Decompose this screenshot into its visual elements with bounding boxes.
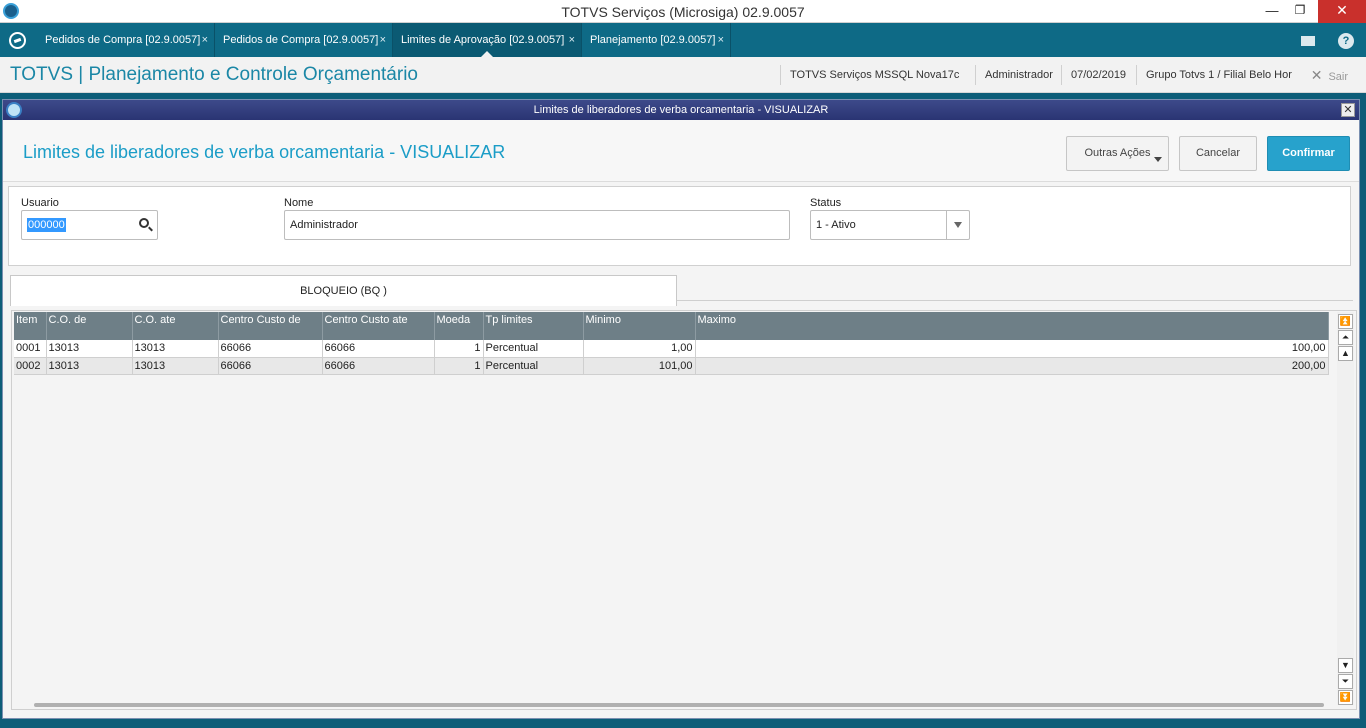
tab-close-icon[interactable]: × bbox=[718, 23, 724, 57]
table-cell[interactable]: Percentual bbox=[483, 340, 584, 358]
table-cell[interactable]: 66066 bbox=[218, 340, 323, 358]
page-title: Limites de liberadores de verba orcament… bbox=[23, 142, 506, 162]
tab-planejamento[interactable]: Planejamento [02.9.0057] × bbox=[582, 23, 731, 57]
tab-strip: Pedidos de Compra [02.9.0057] × Pedidos … bbox=[0, 23, 1366, 58]
column-header[interactable]: Centro Custo de bbox=[218, 312, 323, 340]
dialog-caption: Limites de liberadores de verba orcament… bbox=[533, 104, 829, 116]
module-header: TOTVS | Planejamento e Controle Orçament… bbox=[0, 57, 1366, 93]
scroll-bottom-icon[interactable]: ⏬ bbox=[1338, 690, 1353, 705]
scroll-page-up-icon[interactable]: ⏶ bbox=[1338, 330, 1353, 345]
totvs-logo-icon[interactable] bbox=[9, 32, 26, 49]
status-label: Status bbox=[810, 197, 842, 209]
dialog-window: Limites de liberadores de verba orcament… bbox=[2, 99, 1360, 719]
table-cell[interactable]: 13013 bbox=[46, 357, 133, 375]
table-row[interactable]: 0001 13013 13013 66066 66066 1 Percentua… bbox=[14, 340, 1329, 358]
column-header[interactable]: Item bbox=[14, 312, 47, 340]
header-form: Usuario 000000 Nome Administrador Status… bbox=[8, 186, 1351, 266]
tab-close-icon[interactable]: × bbox=[202, 23, 208, 57]
scroll-page-down-icon[interactable]: ⏷ bbox=[1338, 674, 1353, 689]
date-info[interactable]: 07/02/2019 bbox=[1061, 65, 1135, 85]
scroll-up-icon[interactable]: ▲ bbox=[1338, 346, 1353, 361]
table-cell[interactable]: 66066 bbox=[218, 357, 323, 375]
branch-info[interactable]: Grupo Totvs 1 / Filial Belo Hor bbox=[1136, 65, 1301, 85]
user-field[interactable]: 000000 bbox=[21, 210, 158, 240]
column-header[interactable]: Maximo bbox=[695, 312, 1329, 340]
vertical-scrollbar[interactable]: ⏫ ⏶ ▲ ▼ ⏷ ⏬ bbox=[1337, 312, 1354, 705]
dialog-caption-bar: Limites de liberadores de verba orcament… bbox=[3, 100, 1359, 120]
tab-pedidos-compra-1[interactable]: Pedidos de Compra [02.9.0057] × bbox=[37, 23, 215, 57]
module-title: TOTVS | Planejamento e Controle Orçament… bbox=[10, 64, 418, 85]
window-titlebar: TOTVS Serviços (Microsiga) 02.9.0057 — ❐… bbox=[0, 0, 1366, 23]
tab-pedidos-compra-2[interactable]: Pedidos de Compra [02.9.0057] × bbox=[215, 23, 393, 57]
table-cell[interactable]: 101,00 bbox=[583, 357, 696, 375]
scrollbar-thumb[interactable] bbox=[34, 703, 1324, 707]
window-title: TOTVS Serviços (Microsiga) 02.9.0057 bbox=[561, 4, 805, 20]
tab-bloqueio[interactable]: BLOQUEIO (BQ ) bbox=[10, 275, 677, 306]
tab-label: Pedidos de Compra [02.9.0057] bbox=[223, 34, 379, 46]
table-cell[interactable]: 13013 bbox=[132, 340, 219, 358]
status-select[interactable]: 1 - Ativo bbox=[810, 210, 970, 240]
other-actions-button[interactable]: Outras Ações bbox=[1066, 136, 1169, 171]
cancel-button[interactable]: Cancelar bbox=[1179, 136, 1257, 171]
table-cell[interactable]: 13013 bbox=[46, 340, 133, 358]
column-header[interactable]: C.O. de bbox=[46, 312, 133, 340]
table-cell[interactable]: 200,00 bbox=[695, 357, 1329, 375]
column-header[interactable]: Minimo bbox=[583, 312, 696, 340]
help-icon[interactable]: ? bbox=[1332, 23, 1360, 57]
table-cell[interactable]: 0001 bbox=[14, 340, 47, 358]
dialog-logo-icon bbox=[6, 102, 22, 118]
tab-label: Limites de Aprovação [02.9.0057] bbox=[401, 34, 565, 46]
other-actions-label: Outras Ações bbox=[1084, 147, 1151, 159]
table-cell[interactable]: 66066 bbox=[322, 340, 435, 358]
tab-close-icon[interactable]: × bbox=[380, 23, 386, 57]
name-label: Nome bbox=[284, 197, 314, 209]
table-cell[interactable]: 1 bbox=[434, 357, 484, 375]
tab-limites-aprovacao[interactable]: Limites de Aprovação [02.9.0057] × bbox=[393, 23, 582, 58]
mail-icon[interactable] bbox=[1294, 23, 1322, 57]
limits-table: Item C.O. de C.O. ate Centro Custo de Ce… bbox=[14, 312, 1329, 375]
horizontal-scrollbar[interactable] bbox=[14, 702, 1336, 708]
table-cell[interactable]: 66066 bbox=[322, 357, 435, 375]
table-row[interactable]: 0002 13013 13013 66066 66066 1 Percentua… bbox=[14, 357, 1329, 375]
table-cell[interactable]: 100,00 bbox=[695, 340, 1329, 358]
scroll-down-icon[interactable]: ▼ bbox=[1338, 658, 1353, 673]
table-cell[interactable]: Percentual bbox=[483, 357, 584, 375]
tab-label: Planejamento [02.9.0057] bbox=[590, 34, 716, 46]
table-cell[interactable]: 1 bbox=[434, 340, 484, 358]
column-header[interactable]: Centro Custo ate bbox=[322, 312, 435, 340]
close-icon: ✕ bbox=[1310, 67, 1323, 83]
column-header[interactable]: C.O. ate bbox=[132, 312, 219, 340]
dialog-toolbar: Limites de liberadores de verba orcament… bbox=[3, 120, 1359, 182]
exit-button[interactable]: ✕ Sair bbox=[1311, 65, 1348, 87]
user-value: 000000 bbox=[27, 218, 66, 232]
exit-label: Sair bbox=[1328, 71, 1348, 83]
table-cell[interactable]: 1,00 bbox=[583, 340, 696, 358]
search-icon[interactable] bbox=[139, 218, 149, 228]
name-field[interactable]: Administrador bbox=[284, 210, 790, 240]
status-value: 1 - Ativo bbox=[816, 219, 856, 231]
confirm-button[interactable]: Confirmar bbox=[1267, 136, 1350, 171]
column-header[interactable]: Tp limites bbox=[483, 312, 584, 340]
user-label: Usuario bbox=[21, 197, 59, 209]
column-header[interactable]: Moeda bbox=[434, 312, 484, 340]
table-header-row: Item C.O. de C.O. ate Centro Custo de Ce… bbox=[14, 312, 1329, 340]
minimize-button[interactable]: — bbox=[1258, 0, 1286, 23]
scroll-top-icon[interactable]: ⏫ bbox=[1338, 314, 1353, 329]
table-cell[interactable]: 0002 bbox=[14, 357, 47, 375]
window-close-button[interactable]: ✕ bbox=[1318, 0, 1366, 23]
environment-info[interactable]: TOTVS Serviços MSSQL Nova17c bbox=[780, 65, 968, 85]
table-cell[interactable]: 13013 bbox=[132, 357, 219, 375]
restore-button[interactable]: ❐ bbox=[1286, 0, 1314, 23]
user-info[interactable]: Administrador bbox=[975, 65, 1062, 85]
dialog-close-button[interactable]: ✕ bbox=[1341, 103, 1355, 117]
tab-label: Pedidos de Compra [02.9.0057] bbox=[45, 34, 201, 46]
limits-grid: Item C.O. de C.O. ate Centro Custo de Ce… bbox=[11, 310, 1357, 710]
chevron-down-icon[interactable] bbox=[946, 211, 969, 239]
tab-close-icon[interactable]: × bbox=[569, 23, 575, 57]
chevron-down-icon bbox=[1154, 157, 1162, 162]
